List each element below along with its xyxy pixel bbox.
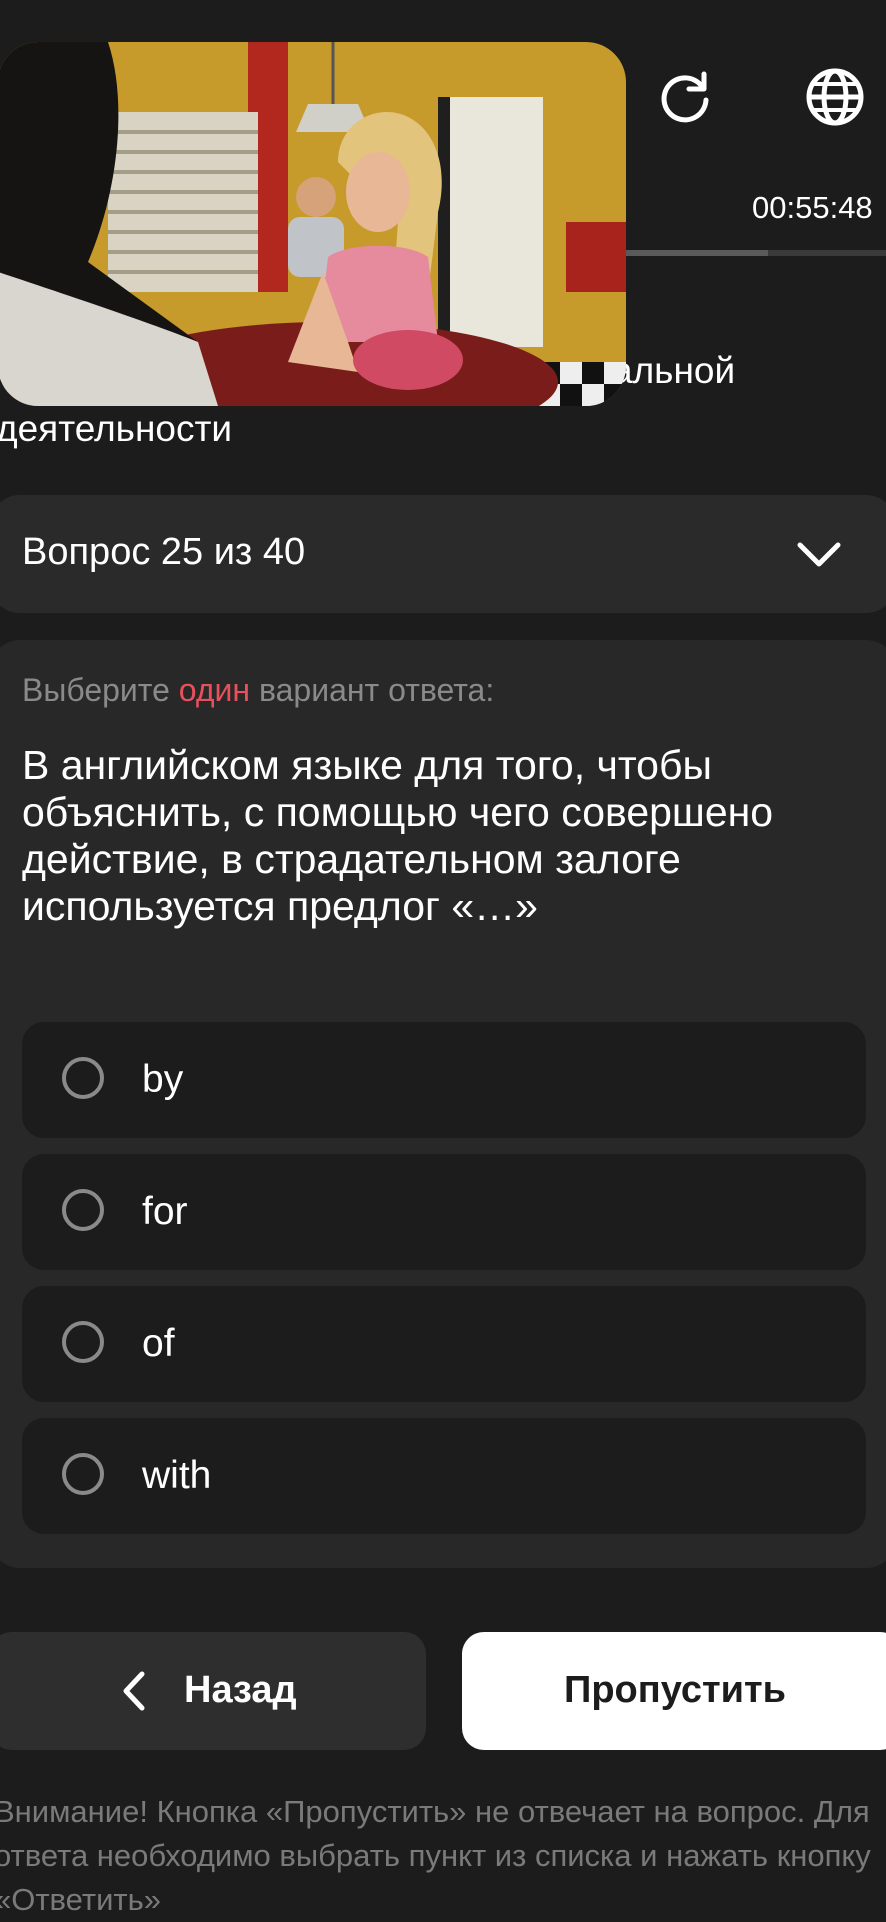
answer-option[interactable]: for: [22, 1154, 866, 1270]
question-selector[interactable]: Вопрос 25 из 40: [0, 495, 886, 613]
skip-button-label: Пропустить: [564, 1669, 786, 1711]
answer-hint: Выберите один вариант ответа:: [22, 672, 494, 709]
answer-option-label: for: [142, 1190, 188, 1233]
skip-button[interactable]: Пропустить: [462, 1632, 886, 1750]
timer: 00:55:48: [752, 190, 873, 225]
radio-button[interactable]: [62, 1057, 104, 1099]
question-text: В английском языке для того, чтобы объяс…: [22, 742, 774, 929]
hint-suffix: вариант ответа:: [258, 672, 495, 708]
reload-button[interactable]: [650, 62, 720, 132]
language-button[interactable]: [800, 62, 870, 132]
radio-button[interactable]: [62, 1321, 104, 1363]
radio-button[interactable]: [62, 1453, 104, 1495]
answer-option-label: with: [142, 1454, 212, 1497]
video-frame-image: [0, 42, 626, 406]
question-counter: Вопрос 25 из 40: [22, 531, 306, 573]
answer-option[interactable]: with: [22, 1418, 866, 1534]
answer-option-label: by: [142, 1058, 184, 1101]
reload-icon: [661, 71, 709, 123]
back-button[interactable]: Назад: [0, 1632, 426, 1750]
chevron-left-icon: [123, 1671, 145, 1711]
hint-prefix: Выберите: [22, 672, 170, 708]
test-title-line1: альной: [612, 350, 736, 391]
hint-accent: один: [178, 672, 251, 708]
progress-fill: [624, 250, 769, 256]
chevron-down-icon: [797, 542, 841, 567]
skip-notice: Внимание! Кнопка «Пропустить» не отвечае…: [0, 1794, 871, 1917]
question-card: Выберите один вариант ответа: В английск…: [0, 640, 886, 1568]
answer-option[interactable]: by: [22, 1022, 866, 1138]
radio-button[interactable]: [62, 1189, 104, 1231]
globe-icon: [806, 68, 864, 126]
answer-option[interactable]: of: [22, 1286, 866, 1402]
back-button-label: Назад: [184, 1669, 297, 1711]
answer-option-label: of: [142, 1322, 175, 1365]
progress-bar: [624, 250, 886, 256]
test-title-line2: деятельности: [0, 408, 233, 449]
video-overlay[interactable]: [0, 42, 626, 406]
